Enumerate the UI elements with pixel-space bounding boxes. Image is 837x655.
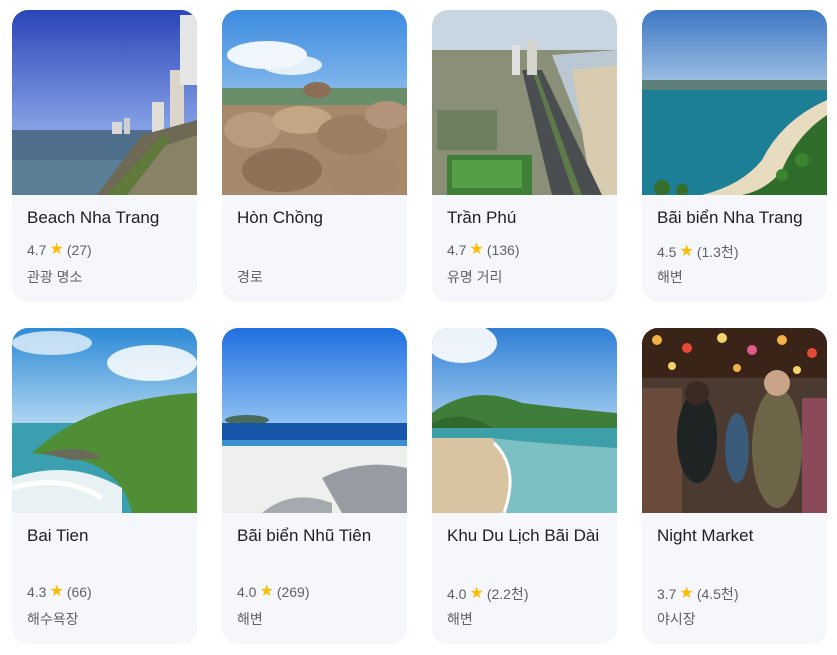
place-name: Trần Phú [447, 208, 517, 227]
place-card-tran-phu[interactable]: Trần Phú 4.7 ★ (136) 유명 거리 [432, 10, 617, 302]
rating-value: 4.5 [657, 244, 677, 260]
star-icon: ★ [49, 583, 64, 600]
review-count: (27) [66, 242, 92, 258]
night-market-lanterns-photo [642, 328, 827, 513]
place-category: 관광 명소 [27, 269, 83, 285]
place-category: 해수욕장 [27, 611, 79, 627]
place-category: 야시장 [657, 611, 696, 627]
place-name: Bai Tien [27, 526, 89, 545]
rock-formation-photo [222, 10, 407, 195]
place-card-khu-du-lich-bai-dai[interactable]: Khu Du Lịch Bãi Dài 4.0 ★ (2.2천) 해변 [432, 328, 617, 644]
place-name: Beach Nha Trang [27, 208, 160, 227]
review-count: (66) [66, 584, 92, 600]
bay-aerial-photo [642, 10, 827, 195]
places-grid: Beach Nha Trang 4.7 ★ (27) 관광 명소 Hòn Chồ… [12, 10, 827, 644]
star-icon: ★ [469, 241, 484, 258]
star-icon: ★ [469, 585, 484, 602]
place-name: Bãi biển Nha Trang [657, 208, 803, 227]
rating-row: 4.0 ★ (269) [237, 583, 310, 601]
rating-value: 4.0 [237, 584, 257, 600]
star-icon: ★ [679, 585, 694, 602]
place-card-hon-chong[interactable]: Hòn Chồng 경로 [222, 10, 407, 302]
star-icon: ★ [49, 241, 64, 258]
beach-city-seawall-photo [12, 10, 197, 195]
rating-row: 4.0 ★ (2.2천) [447, 584, 528, 604]
rating-row: 4.3 ★ (66) [27, 583, 92, 601]
rating-row: 4.7 ★ (27) [27, 241, 92, 259]
rating-row: 3.7 ★ (4.5천) [657, 584, 738, 604]
review-count: (1.3천) [696, 244, 739, 260]
star-icon: ★ [679, 243, 694, 260]
place-category: 유명 거리 [447, 269, 503, 285]
rating-value: 3.7 [657, 586, 677, 602]
review-count: (4.5천) [696, 586, 739, 602]
white-sand-beach-photo [222, 328, 407, 513]
cove-headland-photo [12, 328, 197, 513]
place-category: 해변 [447, 611, 473, 627]
rating-value: 4.7 [27, 242, 47, 258]
place-card-night-market[interactable]: Night Market 3.7 ★ (4.5천) 야시장 [642, 328, 827, 644]
place-name: Bãi biển Nhũ Tiên [237, 526, 372, 545]
review-count: (136) [486, 242, 520, 258]
place-card-bai-bien-nhu-tien[interactable]: Bãi biển Nhũ Tiên 4.0 ★ (269) 해변 [222, 328, 407, 644]
place-category: 경로 [237, 269, 263, 285]
place-card-bai-tien[interactable]: Bai Tien 4.3 ★ (66) 해수욕장 [12, 328, 197, 644]
rating-row: 4.7 ★ (136) [447, 241, 520, 259]
place-name: Hòn Chồng [237, 208, 324, 227]
place-name: Night Market [657, 526, 754, 545]
place-name: Khu Du Lịch Bãi Dài [447, 526, 600, 545]
place-card-beach-nha-trang[interactable]: Beach Nha Trang 4.7 ★ (27) 관광 명소 [12, 10, 197, 302]
review-count: (269) [276, 584, 310, 600]
rating-value: 4.7 [447, 242, 467, 258]
place-category: 해변 [237, 611, 263, 627]
star-icon: ★ [259, 583, 274, 600]
place-category: 해변 [657, 269, 683, 285]
aerial-boulevard-photo [432, 10, 617, 195]
review-count: (2.2천) [486, 586, 529, 602]
rating-row: 4.5 ★ (1.3천) [657, 242, 738, 262]
rating-value: 4.3 [27, 584, 47, 600]
long-beach-hills-photo [432, 328, 617, 513]
rating-value: 4.0 [447, 586, 467, 602]
place-card-bai-bien-nha-trang[interactable]: Bãi biển Nha Trang 4.5 ★ (1.3천) 해변 [642, 10, 827, 302]
